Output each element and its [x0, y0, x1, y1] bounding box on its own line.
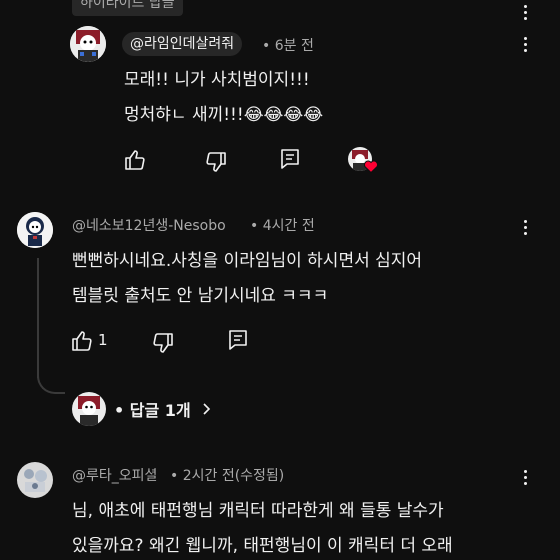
- comment-text-line: 모래!! 니가 사치범이지!!!: [124, 70, 310, 90]
- comment-time: • 4시간 전: [250, 218, 315, 234]
- comment-text-line: 템블릿 출처도 안 남기시네요 ㅋㅋㅋ: [72, 286, 329, 306]
- thumbs-down-icon[interactable]: [204, 150, 228, 174]
- comment-text-line: 있을까요? 왜긴 웹니까, 태펀행님이 이 캐릭터 더 오래: [72, 536, 453, 556]
- comment-text-line: 님, 애초에 태펀행님 캐릭터 따라한게 왜 들통 날수가: [72, 501, 444, 521]
- thumbs-up-icon[interactable]: [123, 148, 147, 172]
- chevron-right-icon: [199, 402, 213, 416]
- creator-heart-icon: [364, 160, 378, 173]
- more-vertical-icon[interactable]: [513, 32, 537, 56]
- comment-time: • 2시간 전(수정됨): [170, 468, 285, 484]
- avatar-image: [17, 212, 53, 248]
- comment-author-handle[interactable]: @네소보12년생-Nesobo: [72, 215, 226, 235]
- comment-text-line: 멍처햐ㄴ 새끼!!!😂😂😂😂: [124, 105, 324, 125]
- reply-icon[interactable]: [226, 328, 250, 352]
- avatar-image: [17, 462, 53, 498]
- more-vertical-icon[interactable]: [513, 465, 537, 489]
- avatar[interactable]: [17, 462, 53, 498]
- thumbs-down-icon[interactable]: [151, 331, 175, 355]
- avatar[interactable]: [17, 212, 53, 248]
- avatar[interactable]: [70, 26, 106, 62]
- more-vertical-icon[interactable]: [513, 215, 537, 239]
- reply-icon[interactable]: [278, 147, 302, 171]
- comment-text-line: 뻔뻔하시네요.사칭을 이라임님이 하시면서 심지어: [72, 251, 423, 271]
- thread-curve: [37, 360, 65, 394]
- view-replies-button[interactable]: • 답글 1개: [72, 392, 213, 426]
- avatar: [72, 392, 106, 426]
- like-count: 1: [98, 331, 108, 349]
- comment-time: • 6분 전: [262, 38, 314, 54]
- more-vertical-icon[interactable]: [513, 0, 537, 24]
- avatar-image: [70, 26, 106, 62]
- thumbs-up-icon[interactable]: [70, 329, 94, 353]
- replies-count-label: • 답글 1개: [114, 401, 191, 420]
- comment-author-handle[interactable]: @루타_오피셜: [72, 465, 157, 485]
- highlighted-reply-pill: 하이라이트 답글: [72, 0, 183, 16]
- comment-author-handle[interactable]: @라임인데살려줘: [122, 32, 243, 56]
